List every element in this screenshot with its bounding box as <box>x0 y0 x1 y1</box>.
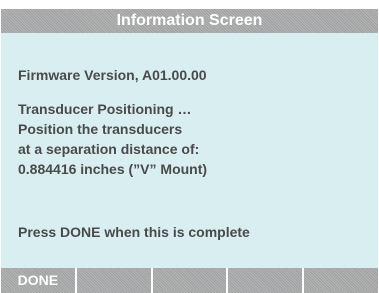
softkey-2[interactable] <box>76 268 153 293</box>
transducer-positioning-heading: Transducer Positioning … <box>18 101 192 117</box>
instruction-line: at a separation distance of: <box>18 141 200 157</box>
softkey-3[interactable] <box>152 268 229 293</box>
done-button[interactable]: DONE <box>1 268 77 293</box>
instruction-line: Position the transducers <box>18 121 183 137</box>
title-bar: Information Screen <box>1 9 378 33</box>
information-screen: Information Screen Firmware Version, A01… <box>0 0 379 293</box>
separation-distance-text: 0.884416 inches (”V” Mount) <box>18 161 208 177</box>
completion-prompt: Press DONE when this is complete <box>18 224 250 240</box>
firmware-version-text: Firmware Version, A01.00.00 <box>18 67 207 83</box>
softkey-4[interactable] <box>228 268 305 293</box>
info-panel: Firmware Version, A01.00.00 Transducer P… <box>1 33 378 268</box>
screen-title: Information Screen <box>116 12 263 29</box>
softkey-5[interactable] <box>304 268 378 293</box>
softkey-bar: DONE <box>1 268 378 293</box>
